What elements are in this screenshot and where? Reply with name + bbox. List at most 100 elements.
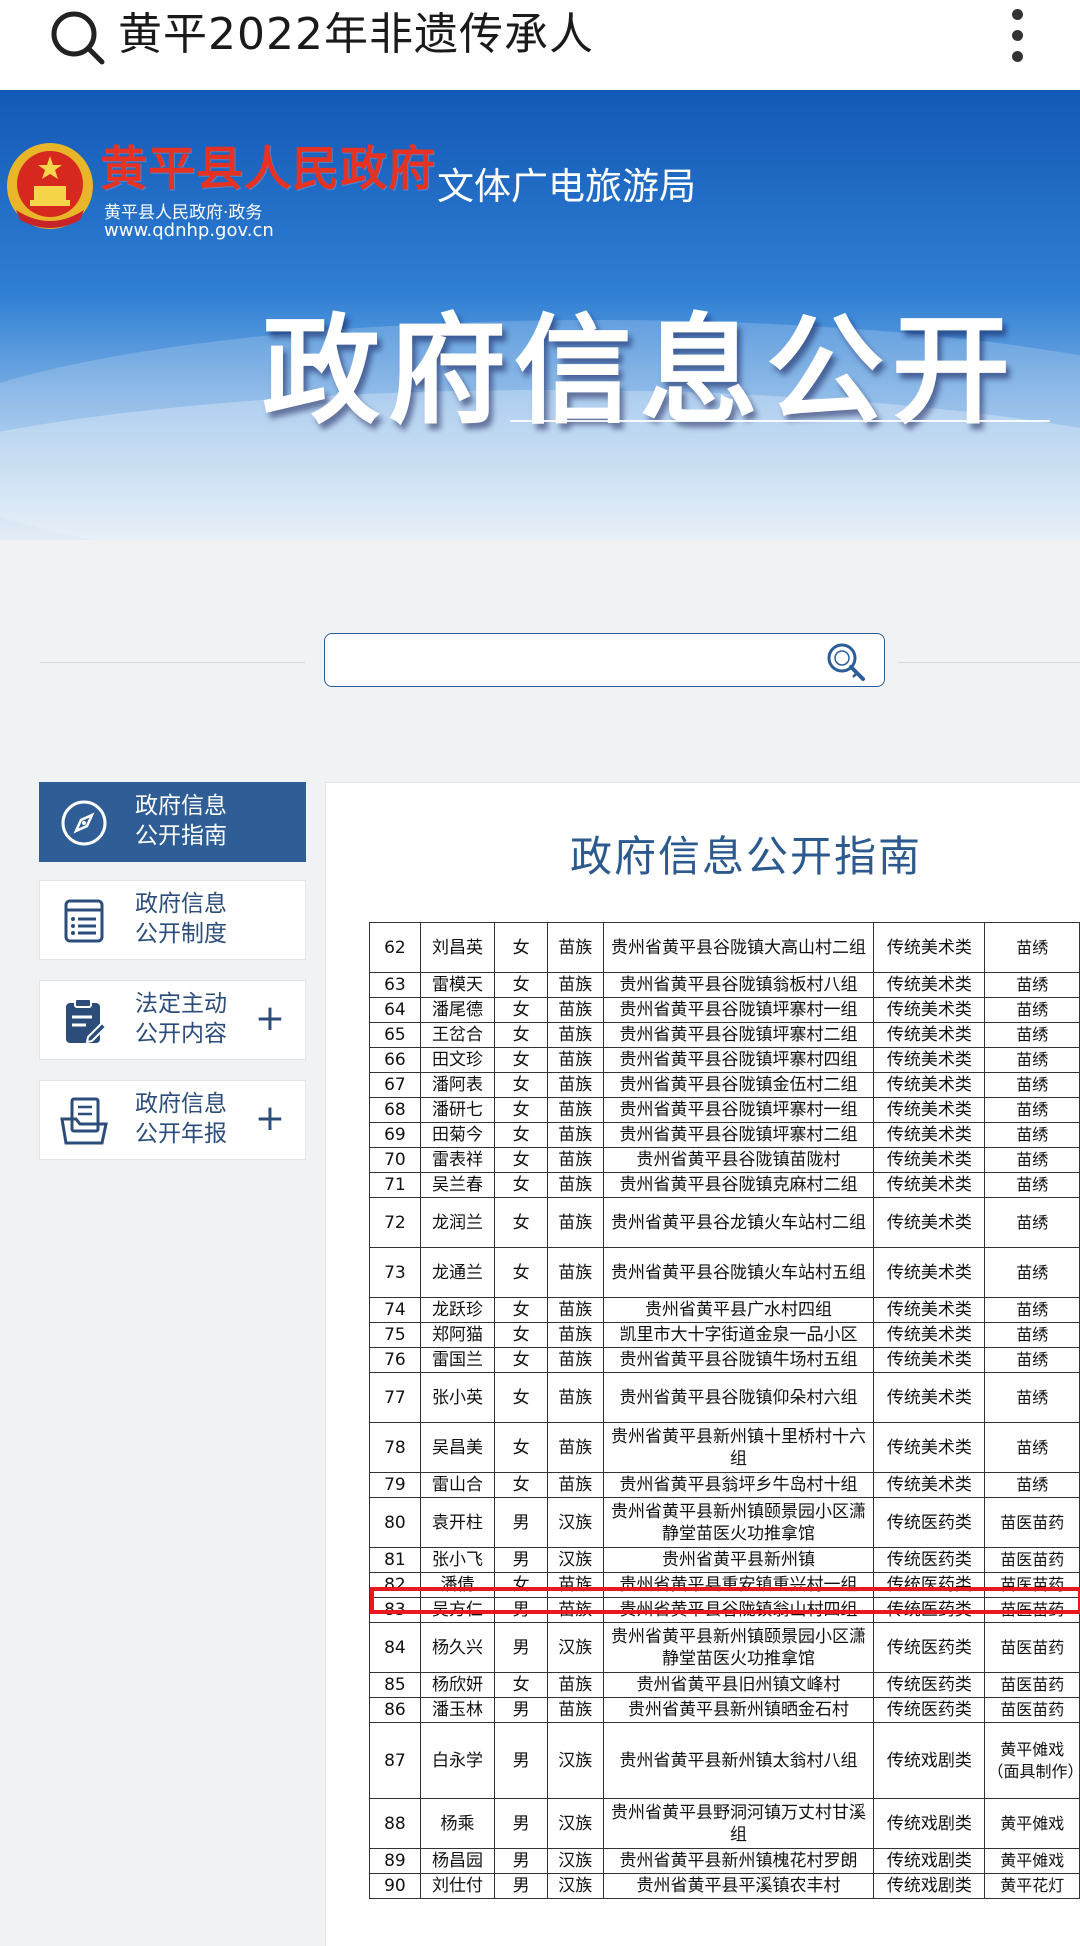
cell-addr: 贵州省黄平县新州镇晒金石村 <box>602 1697 875 1723</box>
cell-addr: 贵州省黄平县谷陇镇仰朵村六组 <box>602 1372 875 1423</box>
cell-proj: 苗绣 <box>984 997 1080 1023</box>
cell-eth: 苗族 <box>546 1297 604 1323</box>
banner-divider <box>510 420 1050 422</box>
cell-no: 82 <box>369 1572 421 1598</box>
sidebar-item-label: 法定主动 公开内容 <box>135 991 227 1047</box>
cell-no: 68 <box>369 1097 421 1123</box>
cell-eth: 苗族 <box>546 1322 604 1348</box>
cell-sex: 男 <box>494 1848 548 1874</box>
cell-no: 65 <box>369 1022 421 1048</box>
sidebar-item-label: 政府信息 公开制度 <box>135 891 227 947</box>
cell-sex: 男 <box>494 1597 548 1623</box>
cell-sex: 女 <box>494 1322 548 1348</box>
cell-eth: 汉族 <box>546 1622 604 1673</box>
search-query[interactable]: 黄平2022年非遗传承人 <box>118 4 594 66</box>
cell-cat: 传统戏剧类 <box>873 1798 986 1849</box>
cell-addr: 贵州省黄平县谷陇镇翁板村八组 <box>602 972 875 998</box>
cell-sex: 女 <box>494 1347 548 1373</box>
cell-no: 87 <box>369 1722 421 1799</box>
cell-addr: 贵州省黄平县新州镇槐花村罗朗 <box>602 1848 875 1874</box>
cell-proj: 苗医苗药 <box>984 1547 1080 1573</box>
cell-addr: 贵州省黄平县谷陇镇大高山村二组 <box>602 922 875 973</box>
page-title: 政府信息公开指南 <box>569 832 922 881</box>
more-options-icon[interactable] <box>1009 6 1025 66</box>
search-bar[interactable]: 黄平2022年非遗传承人 <box>0 0 1080 91</box>
cell-proj: 苗绣 <box>984 1322 1080 1348</box>
search-key-icon[interactable] <box>824 640 868 684</box>
cell-no: 86 <box>369 1697 421 1723</box>
cell-proj: 苗绣 <box>984 1422 1080 1473</box>
cell-no: 89 <box>369 1848 421 1874</box>
site-search-input[interactable] <box>337 634 821 686</box>
cell-no: 80 <box>369 1497 421 1548</box>
cell-no: 63 <box>369 972 421 998</box>
cell-eth: 苗族 <box>546 1472 604 1498</box>
cell-no: 70 <box>369 1147 421 1173</box>
cell-sex: 女 <box>494 972 548 998</box>
cell-no: 69 <box>369 1122 421 1148</box>
sidebar-item-guide[interactable]: 政府信息 公开指南 <box>39 782 306 862</box>
cell-cat: 传统美术类 <box>873 1247 986 1298</box>
cell-sex: 女 <box>494 1197 548 1248</box>
cell-addr: 贵州省黄平县谷陇镇火车站村五组 <box>602 1247 875 1298</box>
cell-sex: 男 <box>494 1622 548 1673</box>
cell-sex: 女 <box>494 1372 548 1423</box>
site-search-box[interactable] <box>324 633 885 687</box>
cell-cat: 传统美术类 <box>873 1372 986 1423</box>
cell-addr: 贵州省黄平县谷陇镇金伍村二组 <box>602 1072 875 1098</box>
cell-addr: 贵州省黄平县新州镇太翁村八组 <box>602 1722 875 1799</box>
cell-sex: 男 <box>494 1497 548 1548</box>
compass-icon <box>61 800 107 846</box>
cell-addr: 贵州省黄平县谷陇镇坪寨村二组 <box>602 1022 875 1048</box>
cell-cat: 传统美术类 <box>873 1322 986 1348</box>
table-row: 69 田菊今女苗族 贵州省黄平县谷陇镇坪寨村二组 传统美术类 苗绣 <box>369 1122 1080 1148</box>
cell-eth: 苗族 <box>546 1597 604 1623</box>
search-icon[interactable] <box>48 8 108 68</box>
cell-sex: 女 <box>494 922 548 973</box>
cell-name: 郑阿猫 <box>419 1322 496 1348</box>
clipboard-edit-icon <box>66 998 108 1044</box>
cell-addr: 贵州省黄平县谷陇镇克麻村二组 <box>602 1172 875 1198</box>
gov-url: www.qdnhp.gov.cn <box>104 220 274 241</box>
cell-sex: 女 <box>494 1572 548 1598</box>
table-row: 86 潘玉林男苗族 贵州省黄平县新州镇晒金石村 传统医药类 苗医苗药 <box>369 1697 1080 1723</box>
cell-name: 刘昌英 <box>419 922 496 973</box>
sidebar-item-system[interactable]: 政府信息 公开制度 <box>39 880 306 960</box>
table-row: 90 刘仕付男汉族 贵州省黄平县平溪镇农丰村 传统戏剧类 黄平花灯 <box>369 1873 1080 1899</box>
cell-name: 雷表祥 <box>419 1147 496 1173</box>
table-row: 66 田文珍女苗族 贵州省黄平县谷陇镇坪寨村四组 传统美术类 苗绣 <box>369 1047 1080 1073</box>
sidebar-item-label: 政府信息 公开指南 <box>135 793 227 849</box>
cell-proj: 黄平傩戏 <box>984 1798 1080 1849</box>
cell-proj: 黄平花灯 <box>984 1873 1080 1899</box>
expand-plus-icon[interactable]: + <box>255 1001 285 1037</box>
cell-name: 潘阿表 <box>419 1072 496 1098</box>
cell-eth: 苗族 <box>546 1347 604 1373</box>
cell-name: 吴方仁 <box>419 1597 496 1623</box>
cell-addr: 贵州省黄平县新州镇十里桥村十六组 <box>602 1422 875 1473</box>
cell-eth: 汉族 <box>546 1848 604 1874</box>
cell-proj: 苗绣 <box>984 1172 1080 1198</box>
cell-proj: 苗医苗药 <box>984 1697 1080 1723</box>
table-row: 64 潘尾德女苗族 贵州省黄平县谷陇镇坪寨村一组 传统美术类 苗绣 <box>369 997 1080 1023</box>
cell-no: 67 <box>369 1072 421 1098</box>
cell-sex: 女 <box>494 1472 548 1498</box>
cell-no: 78 <box>369 1422 421 1473</box>
table-row: 87 白永学男汉族 贵州省黄平县新州镇太翁村八组 传统戏剧类 黄平傩戏（面具制作） <box>369 1722 1080 1799</box>
cell-eth: 苗族 <box>546 1147 604 1173</box>
table-row: 79 雷山合女苗族 贵州省黄平县翁坪乡牛岛村十组 传统美术类 苗绣 <box>369 1472 1080 1498</box>
document-list-icon <box>64 899 104 943</box>
table-row: 65 王岔合女苗族 贵州省黄平县谷陇镇坪寨村二组 传统美术类 苗绣 <box>369 1022 1080 1048</box>
expand-plus-icon[interactable]: + <box>255 1101 285 1137</box>
cell-name: 杨昌园 <box>419 1848 496 1874</box>
cell-proj: 苗绣 <box>984 1247 1080 1298</box>
sidebar-item-legal-content[interactable]: 法定主动 公开内容 + <box>39 980 306 1060</box>
cell-eth: 苗族 <box>546 1672 604 1698</box>
cell-no: 73 <box>369 1247 421 1298</box>
sidebar-item-annual-report[interactable]: 政府信息 公开年报 + <box>39 1080 306 1160</box>
cell-cat: 传统医药类 <box>873 1672 986 1698</box>
cell-proj: 苗绣 <box>984 1197 1080 1248</box>
cell-cat: 传统美术类 <box>873 997 986 1023</box>
cell-addr: 贵州省黄平县翁坪乡牛岛村十组 <box>602 1472 875 1498</box>
cell-eth: 汉族 <box>546 1873 604 1899</box>
cell-cat: 传统美术类 <box>873 1422 986 1473</box>
